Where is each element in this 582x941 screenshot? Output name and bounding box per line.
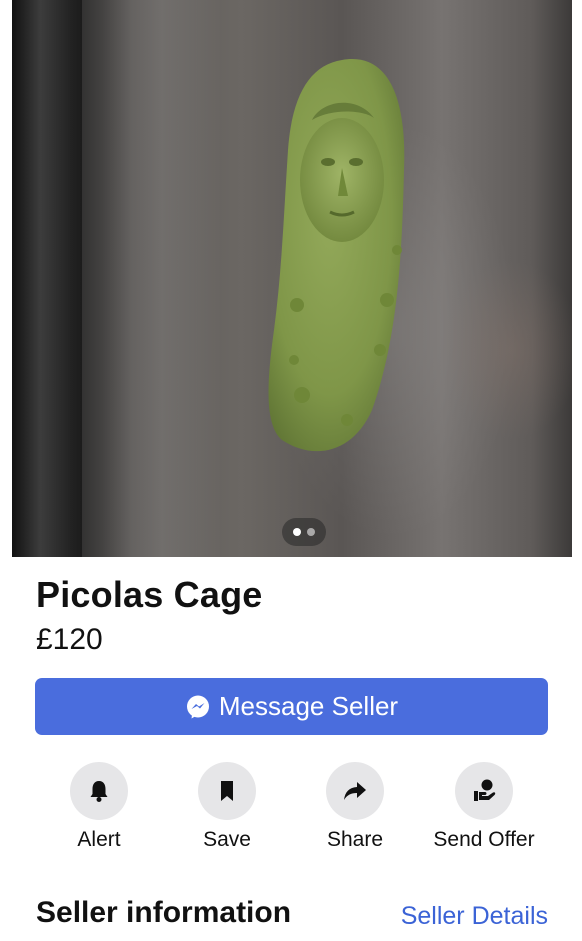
listing-photo[interactable] (12, 0, 572, 557)
save-label: Save (203, 828, 251, 851)
listing-title: Picolas Cage (36, 574, 263, 615)
pagination-dot-active[interactable] (293, 528, 301, 536)
alert-button[interactable]: Alert (39, 762, 159, 852)
share-button[interactable]: Share (295, 762, 415, 852)
share-label: Share (326, 828, 384, 851)
photo-pagination[interactable] (282, 518, 326, 546)
bookmark-icon (221, 781, 233, 801)
send-offer-circle[interactable] (455, 762, 513, 820)
seller-information-heading: Seller information (36, 896, 292, 929)
send-offer-label: Send Offer (433, 828, 535, 851)
message-seller-button[interactable]: Message Seller (35, 678, 548, 735)
bell-icon (90, 781, 108, 802)
offer-hand-icon (474, 779, 496, 801)
alert-label: Alert (77, 828, 121, 851)
share-arrow-icon (344, 782, 366, 800)
pagination-dot[interactable] (307, 528, 315, 536)
pickle-magnet-image (268, 59, 405, 452)
share-circle[interactable] (326, 762, 384, 820)
action-row: Alert Save Share Send Offer (0, 762, 582, 862)
save-button[interactable]: Save (167, 762, 287, 852)
message-seller-label: Message Seller (218, 691, 399, 721)
messenger-icon (186, 695, 209, 718)
alert-circle[interactable] (70, 762, 128, 820)
listing-price: £120 (36, 623, 103, 656)
save-circle[interactable] (198, 762, 256, 820)
send-offer-button[interactable]: Send Offer (424, 762, 544, 852)
seller-details-link[interactable]: Seller Details (401, 902, 548, 931)
